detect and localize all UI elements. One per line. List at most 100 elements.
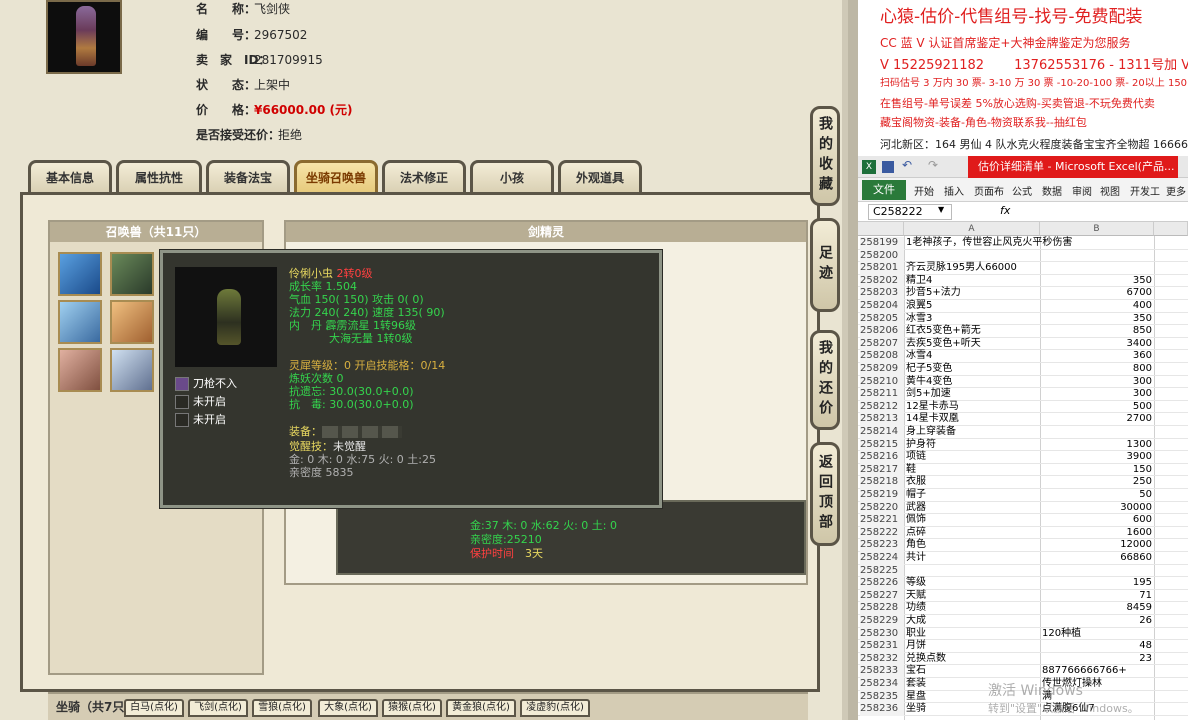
row-number[interactable]: 258208 [860, 350, 904, 363]
ribbon-tab-formulas[interactable]: 公式 [1012, 183, 1032, 198]
table-row[interactable]: 258208 冰雪4 360 [858, 350, 1188, 363]
select-all-corner[interactable] [858, 222, 904, 236]
cell-b[interactable]: 1600 [1042, 527, 1152, 540]
row-number[interactable]: 258225 [860, 564, 904, 578]
mount-tab[interactable]: 雪狼(点化) [252, 699, 312, 717]
cell-b[interactable]: 350 [1042, 275, 1152, 288]
pet-icon[interactable] [58, 348, 102, 392]
column-header-b[interactable]: B [1040, 222, 1154, 236]
cell-a[interactable]: 武器 [906, 502, 926, 515]
save-icon[interactable] [882, 161, 894, 173]
name-box-dropdown-icon[interactable]: ▼ [938, 205, 944, 214]
cell-b[interactable]: 195 [1042, 577, 1152, 590]
ribbon-tab-insert[interactable]: 插入 [944, 183, 964, 198]
cell-b[interactable]: 6700 [1042, 287, 1152, 300]
table-row[interactable]: 258201 齐云灵脉195男人66000 [858, 262, 1188, 275]
cell-a[interactable]: 大成 [906, 615, 926, 628]
table-row[interactable]: 258222 点碎 1600 [858, 526, 1188, 540]
table-row[interactable]: 258209 杞子5变色 800 [858, 363, 1188, 376]
cell-b[interactable]: 887766666766+ [1042, 665, 1127, 678]
cell-b[interactable]: 3400 [1042, 338, 1152, 351]
cell-a[interactable]: 兑换点数 [906, 653, 946, 666]
cell-a[interactable]: 身上穿装备 [906, 426, 956, 439]
row-number[interactable]: 258222 [860, 526, 904, 540]
table-row[interactable]: 258211 剑5+加速 300 [858, 388, 1188, 401]
cell-b[interactable]: 26 [1042, 615, 1152, 628]
row-number[interactable]: 258224 [860, 552, 904, 565]
row-number[interactable]: 258206 [860, 325, 904, 338]
mount-tab[interactable]: 猿猴(点化) [382, 699, 442, 717]
cell-b[interactable]: 350 [1042, 313, 1152, 326]
row-number[interactable]: 258221 [860, 514, 904, 527]
cell-b[interactable]: 1300 [1042, 439, 1152, 452]
cell-b[interactable]: 300 [1042, 376, 1152, 389]
cell-b[interactable]: 250 [1042, 476, 1152, 489]
cell-b[interactable]: 8459 [1042, 602, 1152, 615]
table-row[interactable]: 258200 [858, 249, 1188, 263]
cell-a[interactable]: 精卫4 [906, 275, 932, 288]
cell-a[interactable]: 14星卡双凰 [906, 413, 959, 426]
pet-icon[interactable] [110, 252, 154, 296]
row-number[interactable]: 258204 [860, 300, 904, 313]
cell-a[interactable]: 抄音5+法力 [906, 287, 961, 300]
table-row[interactable]: 258227 天赋 71 [858, 589, 1188, 603]
tab-appearance[interactable]: 外观道具 [558, 160, 642, 194]
table-row[interactable]: 258210 黄牛4变色 300 [858, 375, 1188, 389]
cell-a[interactable]: 角色 [906, 539, 926, 552]
cell-b[interactable]: 300 [1042, 388, 1152, 401]
table-row[interactable]: 258206 红衣5变色+箭无 850 [858, 325, 1188, 338]
table-row[interactable]: 258225 [858, 564, 1188, 578]
pet-icon[interactable] [110, 348, 154, 392]
cell-a[interactable]: 1老神孩子，传世容止风克火平秒伤害 [906, 237, 1072, 250]
mount-tab[interactable]: 黄金狼(点化) [446, 699, 516, 717]
table-row[interactable]: 258204 浪翼5 400 [858, 300, 1188, 313]
table-row[interactable]: 258202 精卫4 350 [858, 274, 1188, 288]
back-to-top-button[interactable]: 返回顶部 [810, 442, 840, 546]
table-row[interactable]: 258220 武器 30000 [858, 501, 1188, 515]
cell-b[interactable]: 3900 [1042, 451, 1152, 464]
tab-children[interactable]: 小孩 [470, 160, 554, 194]
pet-icon[interactable] [58, 300, 102, 344]
pet-icon[interactable] [110, 300, 154, 344]
cell-a[interactable]: 红衣5变色+箭无 [906, 325, 981, 338]
table-row[interactable]: 258199 1老神孩子，传世容止风克火平秒伤害 [858, 237, 1188, 250]
row-number[interactable]: 258215 [860, 438, 904, 452]
table-row[interactable]: 258233 宝石 887766666766+ [858, 665, 1188, 678]
row-number[interactable]: 258199 [860, 237, 904, 250]
mount-tab[interactable]: 白马(点化) [124, 699, 184, 717]
row-number[interactable]: 258236 [860, 703, 904, 716]
cell-a[interactable]: 浪翼5 [906, 300, 932, 313]
cell-a[interactable]: 鞋 [906, 464, 916, 477]
row-number[interactable]: 258219 [860, 489, 904, 502]
cell-b[interactable]: 800 [1042, 363, 1152, 376]
cell-b[interactable]: 150 [1042, 464, 1152, 477]
footprint-button[interactable]: 足迹 [810, 218, 840, 312]
table-row[interactable]: 258212 12星卡赤马 500 [858, 400, 1188, 414]
cell-b[interactable]: 2700 [1042, 413, 1152, 426]
cell-a[interactable]: 项链 [906, 451, 926, 464]
row-number[interactable]: 258213 [860, 413, 904, 426]
cell-a[interactable]: 剑5+加速 [906, 388, 951, 401]
ribbon-tab-data[interactable]: 数据 [1042, 183, 1062, 198]
cell-a[interactable]: 冰雪4 [906, 350, 932, 363]
mount-tab[interactable]: 飞剑(点化) [188, 699, 248, 717]
cell-a[interactable]: 月饼 [906, 640, 926, 653]
cell-a[interactable]: 黄牛4变色 [906, 376, 952, 389]
row-number[interactable]: 258235 [860, 690, 904, 704]
column-header-a[interactable]: A [904, 222, 1040, 236]
cell-b[interactable]: 500 [1042, 401, 1152, 414]
ribbon-tab-home[interactable]: 开始 [914, 183, 934, 198]
mount-tab[interactable]: 大象(点化) [318, 699, 378, 717]
tab-equipment[interactable]: 装备法宝 [206, 160, 290, 194]
column-header-c[interactable] [1154, 222, 1188, 236]
row-number[interactable]: 258227 [860, 589, 904, 603]
fx-icon[interactable]: fx [1000, 204, 1010, 217]
table-row[interactable]: 258205 冰雪3 350 [858, 312, 1188, 326]
ribbon-tab-more[interactable]: 更多 [1166, 183, 1186, 198]
row-number[interactable]: 258210 [860, 375, 904, 389]
cell-b[interactable]: 23 [1042, 653, 1152, 666]
row-number[interactable]: 258202 [860, 274, 904, 288]
table-row[interactable]: 258203 抄音5+法力 6700 [858, 287, 1188, 300]
cell-a[interactable]: 坐骑 [906, 703, 926, 716]
row-number[interactable]: 258216 [860, 451, 904, 464]
